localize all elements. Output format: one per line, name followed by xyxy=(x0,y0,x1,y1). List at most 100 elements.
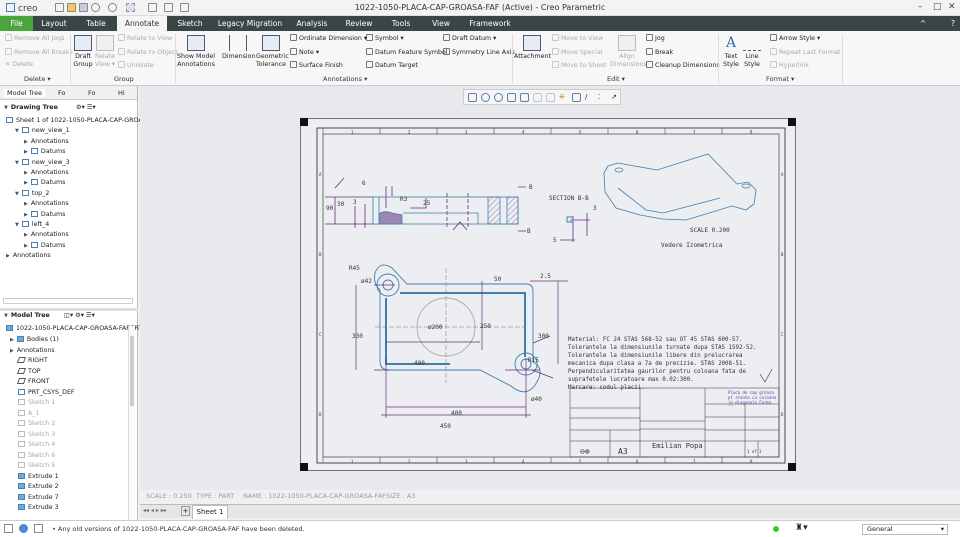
expand-icon[interactable]: ▼ xyxy=(15,191,19,197)
format-group-label[interactable]: Format ▾ xyxy=(766,75,794,83)
drawing-tree-item[interactable]: ▶ Annotations xyxy=(6,252,51,259)
expand-icon[interactable]: ▶ xyxy=(24,232,28,238)
relate-to-view-button[interactable]: Relate to View xyxy=(118,34,172,42)
selection-filter-select[interactable]: General ▾ xyxy=(862,524,948,535)
expand-icon[interactable]: ▼ xyxy=(15,160,19,166)
symbol-button[interactable]: Symbol ▾ xyxy=(366,34,404,42)
horizontal-scrollbar[interactable] xyxy=(3,298,133,304)
browser-toggle-icon[interactable] xyxy=(19,524,28,533)
drawing-tree-item[interactable]: ▶ Annotations xyxy=(24,169,69,176)
remove-all-jogs-button[interactable]: Remove All Jogs xyxy=(5,34,64,42)
draft-datum-button[interactable]: Draft Datum ▾ xyxy=(443,34,496,42)
point-display-icon[interactable]: ⁚ xyxy=(598,93,607,102)
expand-icon[interactable]: ▶ xyxy=(24,139,28,145)
model-tree-item[interactable]: FRONT xyxy=(16,378,50,385)
tab-annotate[interactable]: Annotate xyxy=(117,16,167,31)
model-tree-item[interactable]: Extrude 3 xyxy=(18,504,59,511)
ordinate-dimension-button[interactable]: Ordinate Dimension ▾ xyxy=(290,34,367,42)
line-style-button[interactable]: Line Style xyxy=(742,35,762,69)
tab-sheet-1[interactable]: Sheet 1 xyxy=(192,505,228,519)
help-icon[interactable]: ? xyxy=(948,16,958,31)
collapse-ribbon-icon[interactable]: ^ xyxy=(918,16,928,31)
break-button[interactable]: Break xyxy=(646,48,673,56)
close-icon[interactable]: ✕ xyxy=(948,2,956,12)
drawing-tree-item[interactable]: Sheet 1 of 1022-1050-PLACA-CAP-GROASA- xyxy=(6,117,153,124)
drawing-tree-item[interactable]: ▶ Datums xyxy=(24,241,65,249)
tab-review[interactable]: Review xyxy=(340,16,378,31)
datum-target-button[interactable]: Datum Target xyxy=(366,61,418,69)
repeat-last-format-button[interactable]: Repeat Last Format xyxy=(770,48,840,56)
annotation-display-icon[interactable] xyxy=(572,93,581,102)
drawing-tree-item[interactable]: ▶ Datums xyxy=(24,210,65,218)
delete-button[interactable]: ✕ Delete xyxy=(5,61,33,68)
drawing-tree-header[interactable]: ▼ Drawing Tree xyxy=(4,104,58,111)
dimension-button[interactable]: Dimension xyxy=(222,35,255,61)
tab-layout[interactable]: Layout xyxy=(36,16,72,31)
model-tree-item[interactable]: A_1 xyxy=(18,409,39,417)
drawing-tree-item[interactable]: ▶ Annotations xyxy=(24,138,69,145)
display-style-icon[interactable] xyxy=(520,93,529,102)
relate-view-button[interactable]: Relate View ▾ xyxy=(94,35,116,69)
model-tree-item[interactable]: RIGHT xyxy=(16,357,48,364)
vertical-scrollbar[interactable] xyxy=(128,326,135,522)
edit-group-label[interactable]: Edit ▾ xyxy=(607,75,625,83)
model-tree-item[interactable]: Sketch 6 xyxy=(18,451,55,459)
unrelate-button[interactable]: Unrelate xyxy=(118,61,154,69)
expand-icon[interactable]: ▼ xyxy=(15,128,19,134)
model-tree-item[interactable]: Sketch 3 xyxy=(18,430,55,438)
tab-framework[interactable]: Framework xyxy=(465,16,515,31)
note-button[interactable]: Note ▾ xyxy=(290,48,319,56)
expand-icon[interactable]: ▶ xyxy=(24,201,28,207)
tab-folder-browser[interactable]: Fo xyxy=(58,89,65,97)
remove-all-breaks-button[interactable]: Remove All Breaks xyxy=(5,48,73,56)
expand-icon[interactable]: ▶ xyxy=(10,348,14,354)
align-dimensions-button[interactable]: Align Dimensions xyxy=(610,35,647,69)
tab-legacy-migration[interactable]: Legacy Migration xyxy=(215,16,285,31)
expand-icon[interactable]: ▶ xyxy=(24,212,28,218)
expand-icon[interactable]: ▶ xyxy=(24,180,28,186)
drawing-tree-item[interactable]: ▶ Datums xyxy=(24,179,65,186)
model-tree-root[interactable]: 1022-1050-PLACA-CAP-GROASA-FAF.PRT xyxy=(6,325,142,332)
tab-file[interactable]: File xyxy=(0,16,33,31)
drawing-tree-item[interactable]: ▼ new_view_1 xyxy=(15,127,70,134)
drawing-tree-item[interactable]: ▶ Annotations xyxy=(24,231,69,238)
maximize-icon[interactable]: □ xyxy=(933,2,942,12)
minimize-icon[interactable]: – xyxy=(918,2,923,12)
zoom-out-icon[interactable] xyxy=(494,93,503,102)
sheet-nav-icons[interactable]: ◂◂ ◂ ▸ ▸▸ xyxy=(143,507,167,514)
panel-splitter[interactable] xyxy=(0,308,138,311)
expand-icon[interactable]: ▶ xyxy=(6,253,10,259)
hyperlink-button[interactable]: Hyperlink xyxy=(770,61,809,69)
move-to-view-button[interactable]: Move to View xyxy=(552,34,603,42)
model-tree-item[interactable]: ▶ Annotations xyxy=(10,347,55,354)
zoom-in-icon[interactable] xyxy=(481,93,490,102)
annotations-group-label[interactable]: Annotations ▾ xyxy=(323,75,367,83)
model-tree-item[interactable]: ▶ Bodies (1) xyxy=(10,336,59,343)
drawing-tree-item[interactable]: ▶ Datums xyxy=(24,148,65,155)
text-style-button[interactable]: A Text Style xyxy=(720,35,742,69)
repaint-icon[interactable] xyxy=(507,93,516,102)
model-tree-item[interactable]: Sketch 2 xyxy=(18,420,55,427)
surface-finish-button[interactable]: Surface Finish xyxy=(290,61,343,69)
tab-model-tree[interactable]: Model Tree xyxy=(4,89,46,97)
fullscreen-icon[interactable] xyxy=(34,524,43,533)
refit-icon[interactable] xyxy=(468,93,477,102)
tab-tools[interactable]: Tools xyxy=(383,16,419,31)
cleanup-dimensions-button[interactable]: Cleanup Dimensions xyxy=(646,61,720,69)
model-tree-settings-icon[interactable]: ◫▾ ⚙▾ ☰▾ xyxy=(64,312,95,319)
expand-icon[interactable]: ▶ xyxy=(24,170,28,176)
relate-to-object-button[interactable]: Relate to Object xyxy=(118,48,178,56)
drawing-tree-item[interactable]: ▼ top_2 xyxy=(15,189,49,197)
model-tree-item[interactable]: Extrude 2 xyxy=(18,483,59,490)
drawing-sheet[interactable]: 1122334455667788A AB BC CD D 6 R3 25 30 3 90… xyxy=(300,118,796,471)
move-to-sheet-button[interactable]: Move to Sheet xyxy=(552,61,606,69)
tree-settings-icon[interactable]: ⚙▾ ☰▾ xyxy=(76,104,96,111)
draft-group-button[interactable]: Draft Group xyxy=(72,35,94,69)
symmetry-line-axis-button[interactable]: Symmetry Line Axis xyxy=(443,48,515,56)
navigator-toggle-icon[interactable] xyxy=(4,524,13,533)
model-tree-header[interactable]: ▼ Model Tree xyxy=(4,312,50,319)
model-tree-item[interactable]: Sketch 5 xyxy=(18,462,55,469)
arrow-style-button[interactable]: Arrow Style ▾ xyxy=(770,34,820,42)
axis-display-icon[interactable]: / xyxy=(585,93,594,102)
tab-history[interactable]: Hi xyxy=(118,89,125,97)
